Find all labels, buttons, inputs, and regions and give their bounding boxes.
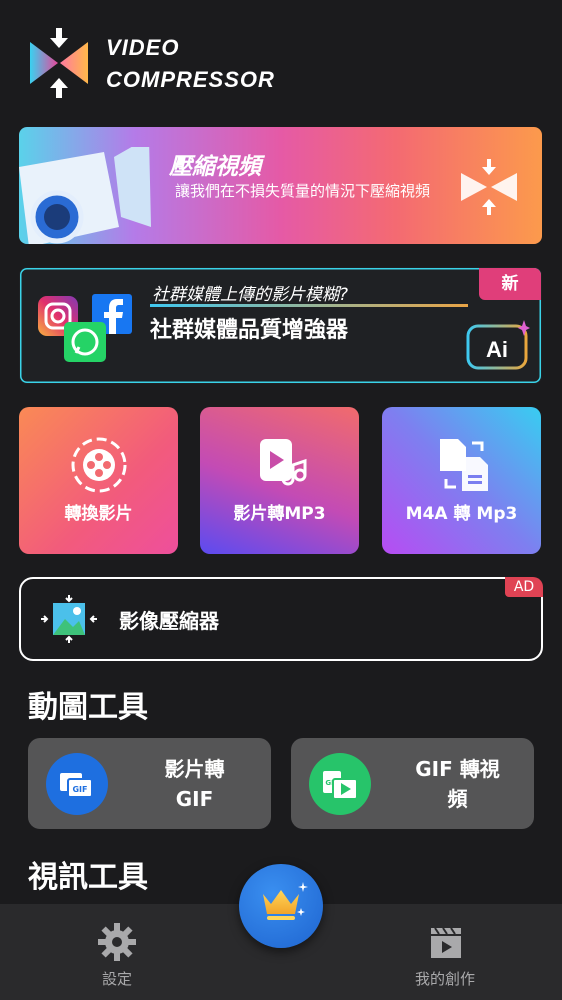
- banner-compress-title: 壓縮視頻: [169, 154, 261, 180]
- video-to-gif-label: 影片轉 GIF: [118, 754, 271, 814]
- film-reel-icon: [71, 437, 126, 493]
- nav-settings-label: 設定: [101, 970, 132, 988]
- file-convert-icon: [439, 439, 488, 491]
- video-to-mp3-tile[interactable]: 影片轉MP3: [200, 407, 359, 554]
- ad-badge: AD: [505, 577, 543, 597]
- m4a-to-mp3-tile[interactable]: M4A 轉 Mp3: [382, 407, 541, 554]
- nav-settings[interactable]: 設定: [57, 922, 177, 989]
- convert-video-label: 轉換影片: [64, 504, 133, 524]
- image-compressor-label: 影像壓縮器: [119, 609, 219, 633]
- convert-video-tile[interactable]: 轉換影片: [19, 407, 178, 554]
- social-media-icon: [38, 294, 132, 362]
- m4a-to-mp3-label: M4A 轉 Mp3: [405, 504, 518, 524]
- crown-icon: [263, 882, 308, 920]
- compress-arrows-icon: [461, 159, 517, 215]
- video-to-gif-icon: GIF: [46, 753, 108, 815]
- ai-label: Ai: [486, 337, 508, 362]
- gif-tools-heading: 動圖工具: [28, 690, 148, 725]
- social-question: 社群媒體上傳的影片模糊?: [152, 285, 349, 305]
- clapperboard-icon: [431, 927, 461, 958]
- premium-button[interactable]: [239, 864, 323, 948]
- ai-icon: Ai: [466, 320, 530, 370]
- video-to-gif-label-line1: 影片轉: [164, 757, 225, 781]
- nav-my-creations[interactable]: 我的創作: [385, 922, 505, 989]
- video-music-icon: [259, 439, 306, 486]
- gif-to-video-icon: GIF: [309, 753, 371, 815]
- gif-to-video-label: GIF 轉視 頻: [381, 754, 534, 814]
- image-compressor-button[interactable]: 影像壓縮器 AD: [19, 577, 543, 661]
- video-to-gif-icon-text: GIF: [72, 785, 87, 794]
- social-enhancer-title: 社群媒體品質增強器: [150, 318, 349, 343]
- app-title-line2: COMPRESSOR: [106, 67, 275, 92]
- social-enhancer-banner[interactable]: 社群媒體上傳的影片模糊? 社群媒體品質增強器 新 Ai: [19, 267, 542, 384]
- new-badge: 新: [479, 268, 541, 300]
- video-to-gif-label-line2: GIF: [175, 787, 214, 811]
- video-tools-heading: 視訊工具: [28, 860, 148, 895]
- video-to-gif-card[interactable]: GIF 影片轉 GIF: [28, 738, 271, 829]
- nav-my-creations-label: 我的創作: [414, 970, 475, 988]
- video-to-mp3-label: 影片轉MP3: [233, 504, 326, 524]
- compress-video-banner[interactable]: 壓縮視頻 讓我們在不損失質量的情況下壓縮視頻: [19, 127, 542, 244]
- camera-icon: [19, 147, 151, 244]
- image-compress-icon: [41, 595, 97, 643]
- app-title: VIDEO COMPRESSOR: [106, 32, 275, 96]
- gif-to-video-label-line2: 頻: [447, 787, 468, 811]
- banner-compress-description: 讓我們在不損失質量的情況下壓縮視頻: [175, 182, 431, 200]
- question-underline: [150, 304, 468, 307]
- gif-to-video-card[interactable]: GIF GIF 轉視 頻: [291, 738, 534, 829]
- gear-icon: [98, 923, 136, 961]
- gif-to-video-label-line1: GIF 轉視: [415, 757, 500, 781]
- app-title-line1: VIDEO: [106, 35, 180, 60]
- app-logo-icon: [28, 28, 90, 98]
